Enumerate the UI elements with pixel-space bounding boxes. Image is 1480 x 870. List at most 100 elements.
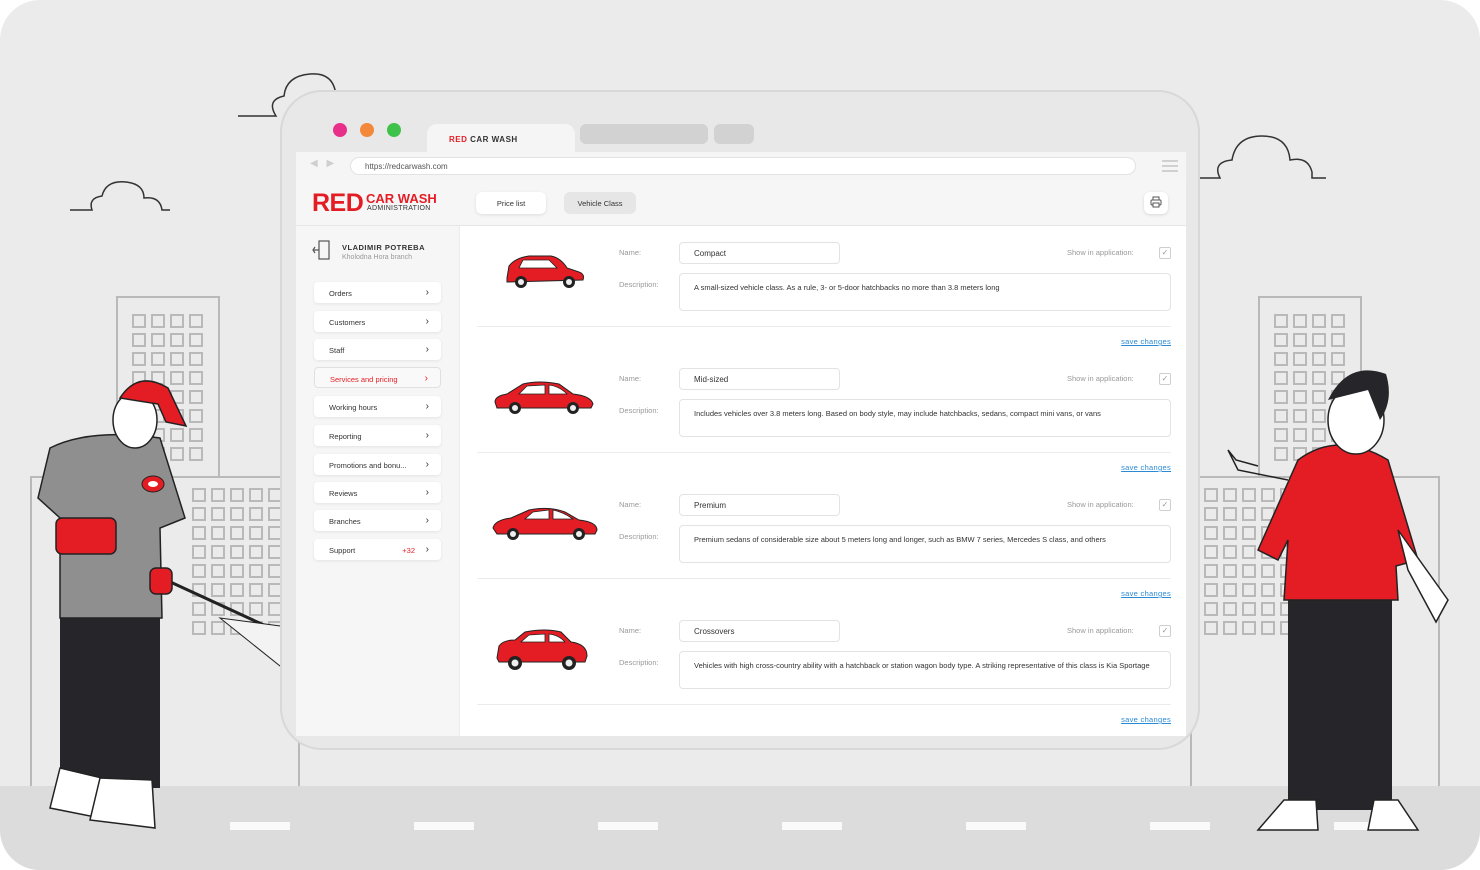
name-label: Name: [619,248,642,257]
save-changes-link[interactable]: save changes [1121,337,1171,346]
chevron-right-icon: › [425,344,429,355]
description-textarea[interactable]: Premium sedans of considerable size abou… [679,525,1171,563]
sidebar-item-staff[interactable]: Staff › [314,339,441,360]
cloud-icon [70,181,170,211]
sidebar-item-reporting[interactable]: Reporting › [314,425,441,446]
vehicle-class-row: Name: Premium Show in application: ✓ Des… [477,478,1171,604]
name-input[interactable]: Premium [679,494,840,516]
save-changes-link[interactable]: save changes [1121,463,1171,472]
customer-illustration [1227,370,1449,831]
description-textarea[interactable]: A small-sized vehicle class. As a rule, … [679,273,1171,311]
printer-icon[interactable] [1144,192,1168,214]
user-branch: Kholodna Hora branch [342,254,413,261]
tab-brand-rest: CAR WASH [470,135,518,144]
name-input[interactable]: Mid-sized [679,368,840,390]
vehicle-class-row: Name: Mid-sized Show in application: ✓ D… [477,352,1171,478]
tab-brand-red: RED [449,135,468,144]
lane-marking [1150,822,1210,830]
lane-marking [414,822,474,830]
chevron-right-icon: › [425,544,429,555]
back-forward-arrows-icon[interactable]: ◀ ▶ [310,158,337,169]
name-label: Name: [619,626,642,635]
sidebar-item-working-hours[interactable]: Working hours › [314,396,441,417]
save-changes-link[interactable]: save changes [1121,589,1171,598]
support-badge: +32 [402,546,415,555]
name-input[interactable]: Crossovers [679,620,840,642]
show-in-app-checkbox[interactable]: ✓ [1159,247,1171,259]
tab-price-list[interactable]: Price list [476,192,546,214]
show-in-app-label: Show in application: [1067,500,1134,509]
sidebar-item-label: Reporting [329,432,362,441]
url-field[interactable]: https://redcarwash.com [350,157,1136,175]
car-wash-worker-illustration [37,380,296,829]
sidebar-item-label: Staff [329,346,345,355]
chevron-right-icon: › [425,287,429,298]
sidebar-item-label: Promotions and bonu... [329,461,407,470]
user-name: VLADIMIR POTREBA [342,243,425,252]
browser-window: RED CAR WASH ◀ ▶ https://redcarwash.com … [280,90,1200,750]
printer-icon-glyph [1150,196,1162,208]
sidebar-item-label: Reviews [329,489,358,498]
premium-sedan-car-icon [492,507,598,540]
description-label: Description: [619,406,659,415]
logout-door-icon[interactable] [312,240,330,260]
vehicle-class-row: Name: Compact Show in application: ✓ Des… [477,226,1171,352]
sidebar-item-support[interactable]: Support +32 › [314,539,441,560]
description-label: Description: [619,532,659,541]
sidebar-item-branches[interactable]: Branches › [314,510,441,531]
browser-tab-placeholder[interactable] [580,124,708,144]
vehicle-class-list: Name: Compact Show in application: ✓ Des… [461,226,1186,736]
app-header: RED CAR WASH ADMINISTRATION Price list V… [296,180,1186,226]
show-in-app-label: Show in application: [1067,374,1134,383]
window-close-dot[interactable] [333,123,347,137]
chevron-right-icon: › [425,316,429,327]
chevron-right-icon: › [425,401,429,412]
sidebar-item-label: Support [329,546,356,555]
description-textarea[interactable]: Vehicles with high cross-country ability… [679,651,1171,689]
name-label: Name: [619,500,642,509]
logo-red: RED [312,189,364,217]
lane-marking [782,822,842,830]
sedan-car-icon [494,381,594,414]
sidebar-item-promotions[interactable]: Promotions and bonu... › [314,454,441,475]
description-textarea[interactable]: Includes vehicles over 3.8 meters long. … [679,399,1171,437]
admin-app: RED CAR WASH ADMINISTRATION Price list V… [296,180,1186,736]
show-in-app-checkbox[interactable]: ✓ [1159,373,1171,385]
sidebar-item-reviews[interactable]: Reviews › [314,482,441,503]
sidebar: VLADIMIR POTREBA Kholodna Hora branch Or… [296,226,460,736]
browser-tab-placeholder[interactable] [714,124,754,144]
row-divider [477,326,1171,327]
browser-menu-icon[interactable] [1162,160,1178,175]
sidebar-item-orders[interactable]: Orders › [314,282,441,303]
crossover-car-icon [496,629,588,670]
show-in-app-label: Show in application: [1067,626,1134,635]
description-label: Description: [619,658,659,667]
vehicle-class-row: Name: Crossovers Show in application: ✓ … [477,604,1171,730]
show-in-app-checkbox[interactable]: ✓ [1159,499,1171,511]
sidebar-item-label: Branches [329,517,361,526]
chevron-right-icon: › [424,373,428,384]
browser-tab-active[interactable]: RED CAR WASH [427,124,575,152]
hatchback-car-icon [506,255,584,288]
logo-administration: ADMINISTRATION [367,205,431,212]
show-in-app-checkbox[interactable]: ✓ [1159,625,1171,637]
window-minimize-dot[interactable] [360,123,374,137]
logo-car-wash: CAR WASH [366,191,437,206]
row-divider [477,578,1171,579]
row-divider [477,452,1171,453]
name-input[interactable]: Compact [679,242,840,264]
chevron-right-icon: › [425,487,429,498]
lane-marking [598,822,658,830]
tab-vehicle-class[interactable]: Vehicle Class [564,192,636,214]
sidebar-item-customers[interactable]: Customers › [314,311,441,332]
window-maximize-dot[interactable] [387,123,401,137]
save-changes-link[interactable]: save changes [1121,715,1171,724]
sidebar-item-services-and-pricing[interactable]: Services and pricing › [314,367,441,388]
description-label: Description: [619,280,659,289]
sidebar-item-label: Orders [329,289,352,298]
chevron-right-icon: › [425,459,429,470]
row-divider [477,704,1171,705]
chevron-right-icon: › [425,515,429,526]
show-in-app-label: Show in application: [1067,248,1134,257]
sidebar-item-label: Customers [329,318,366,327]
